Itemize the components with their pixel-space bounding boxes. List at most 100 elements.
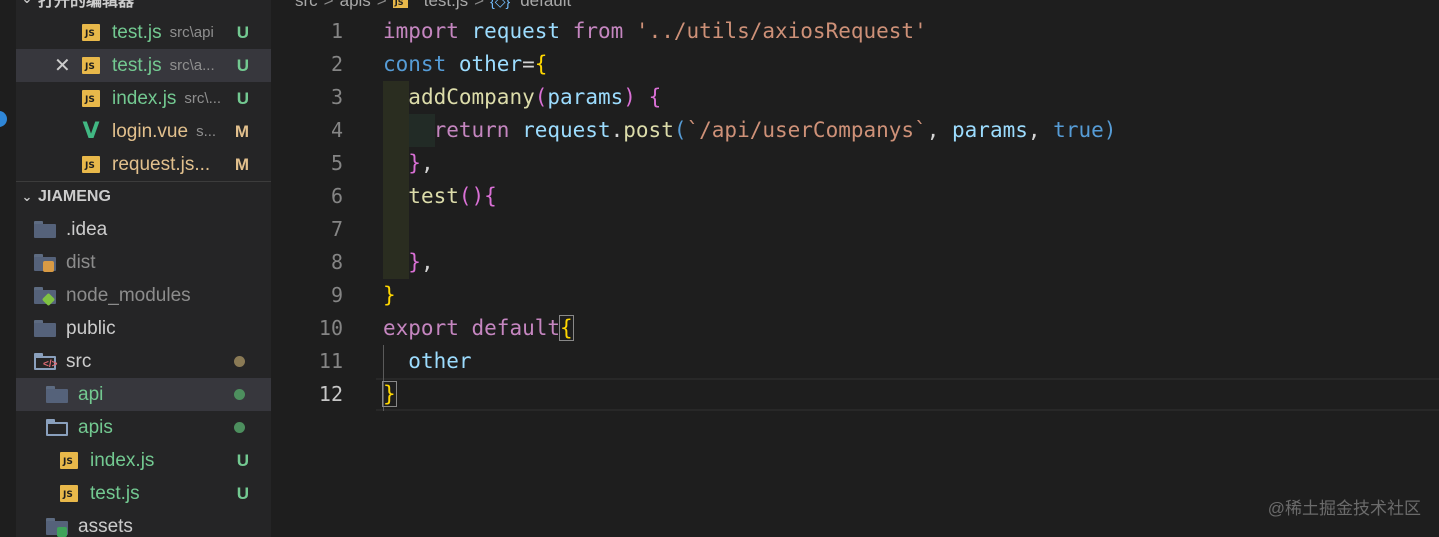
symbol-object-icon: {◇} bbox=[490, 0, 511, 9]
open-editor-item[interactable]: V login.vue s... M bbox=[16, 115, 271, 148]
assets-folder-icon bbox=[46, 518, 68, 537]
code-line[interactable]: export default{ bbox=[383, 312, 574, 345]
code-token: addCompany bbox=[408, 85, 535, 109]
code-token: , bbox=[420, 250, 434, 274]
tree-folder[interactable]: .idea bbox=[16, 213, 271, 246]
close-icon[interactable]: ✕ bbox=[54, 53, 71, 78]
git-status-badge: U bbox=[236, 55, 249, 75]
breadcrumb-separator: > bbox=[474, 0, 485, 10]
code-token: ( bbox=[673, 118, 687, 142]
code-line[interactable]: other bbox=[383, 345, 471, 378]
git-status-badge: U bbox=[236, 483, 249, 503]
untracked-dot-icon bbox=[234, 389, 245, 400]
code-token: { bbox=[484, 184, 497, 208]
accounts-badge-icon[interactable] bbox=[0, 111, 7, 127]
javascript-file-icon: JS bbox=[82, 24, 100, 41]
tree-folder-open[interactable]: apis bbox=[16, 411, 271, 444]
line-number: 6 bbox=[330, 184, 343, 208]
breadcrumb-separator: > bbox=[376, 0, 387, 10]
open-editor-name: test.js bbox=[112, 21, 162, 43]
tree-item-name: dist bbox=[66, 251, 96, 273]
tree-folder-open[interactable]: </> src bbox=[16, 345, 271, 378]
open-editors-header[interactable]: ⌄ 打开的编辑器 bbox=[16, 0, 271, 10]
git-status-badge: U bbox=[236, 22, 249, 42]
indent-guide bbox=[383, 213, 409, 246]
folder-icon bbox=[34, 320, 56, 337]
folder-icon bbox=[46, 386, 68, 403]
open-editor-name: login.vue bbox=[112, 120, 189, 142]
tree-folder[interactable]: node_modules bbox=[16, 279, 271, 312]
line-number: 3 bbox=[330, 85, 343, 109]
code-editor[interactable]: 1 2 3 4 5 6 7 8 9 10 11 12 import request from '../… bbox=[271, 15, 1439, 537]
untracked-dot-icon bbox=[234, 422, 245, 433]
tree-item-name: index.js bbox=[90, 449, 155, 471]
open-editor-item[interactable]: JS request.js... M bbox=[16, 148, 271, 181]
code-line[interactable]: } bbox=[383, 279, 396, 312]
code-token: , bbox=[1027, 118, 1054, 142]
project-header[interactable]: ⌄ JIAMENG bbox=[16, 186, 271, 208]
code-line[interactable]: }, bbox=[383, 147, 434, 180]
code-token: export bbox=[383, 316, 459, 340]
tree-folder[interactable]: assets bbox=[16, 510, 271, 537]
tree-item-name: src bbox=[66, 350, 92, 372]
tree-folder[interactable]: dist bbox=[16, 246, 271, 279]
code-token: request bbox=[471, 19, 561, 43]
code-token: default bbox=[471, 316, 561, 340]
tree-item-name: apis bbox=[78, 416, 113, 438]
tree-folder-selected[interactable]: api bbox=[16, 378, 271, 411]
open-editor-item-active[interactable]: ✕ JS test.js src\a... U bbox=[16, 49, 271, 82]
open-editor-path: s... bbox=[196, 123, 217, 140]
git-status-badge: M bbox=[234, 154, 249, 174]
code-token: } bbox=[408, 151, 421, 175]
code-line[interactable]: return request.post(`/api/userCompanys`,… bbox=[383, 114, 1117, 147]
code-token: request bbox=[522, 118, 611, 142]
code-token: } bbox=[382, 381, 397, 407]
breadcrumb-item[interactable]: apis bbox=[340, 0, 371, 11]
code-line[interactable]: addCompany(params) { bbox=[383, 81, 661, 114]
chevron-down-icon: ⌄ bbox=[16, 0, 38, 7]
git-status-badge: U bbox=[236, 450, 249, 470]
code-token: other bbox=[458, 52, 523, 76]
breadcrumb-item[interactable]: src bbox=[295, 0, 318, 11]
open-editor-item[interactable]: JS test.js src\api U bbox=[16, 16, 271, 49]
javascript-file-icon: JS bbox=[392, 0, 408, 8]
line-number: 10 bbox=[318, 316, 343, 340]
code-token: return bbox=[433, 118, 510, 142]
code-line[interactable]: }, bbox=[383, 246, 434, 279]
open-editor-name: request.js... bbox=[112, 153, 211, 175]
code-line[interactable]: test(){ bbox=[383, 180, 497, 213]
javascript-file-icon: JS bbox=[82, 156, 100, 173]
git-status-badge: U bbox=[236, 88, 249, 108]
tree-folder[interactable]: public bbox=[16, 312, 271, 345]
line-number: 8 bbox=[330, 250, 343, 274]
code-line[interactable]: import request from '../utils/axiosReque… bbox=[383, 15, 927, 48]
tree-file[interactable]: JS index.js U bbox=[16, 444, 271, 477]
tree-item-name: public bbox=[66, 317, 116, 339]
open-editor-item[interactable]: JS index.js src\... U bbox=[16, 82, 271, 115]
code-line[interactable]: } bbox=[382, 378, 397, 411]
breadcrumb-item[interactable]: default bbox=[520, 0, 571, 11]
breadcrumb-item[interactable]: test.js bbox=[424, 0, 468, 11]
open-editor-path: src\api bbox=[169, 24, 214, 41]
code-line[interactable]: const other={ bbox=[383, 48, 547, 81]
code-token: { bbox=[559, 315, 574, 341]
src-folder-open-icon: </> bbox=[34, 353, 57, 370]
code-token: ) bbox=[1103, 118, 1117, 142]
dist-folder-icon bbox=[34, 254, 56, 272]
code-token: ) bbox=[623, 85, 636, 109]
code-token: () bbox=[458, 184, 485, 208]
code-token: , bbox=[420, 151, 434, 175]
tree-file[interactable]: JS test.js U bbox=[16, 477, 271, 510]
breadcrumb: src > apis > JS test.js > {◇} default bbox=[295, 0, 571, 10]
folder-open-icon bbox=[46, 419, 68, 436]
